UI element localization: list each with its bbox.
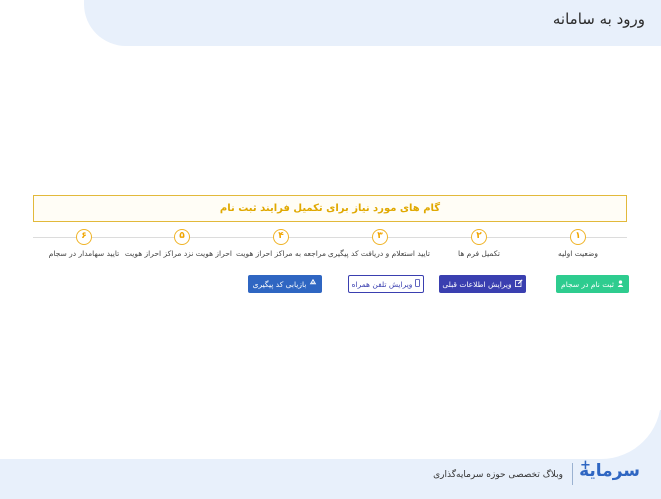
step-number: ۳ xyxy=(372,229,388,245)
register-button[interactable]: ثبت نام در سجام xyxy=(556,275,629,293)
steps-notice: گام های مورد نیاز برای تکمیل فرایند ثبت … xyxy=(33,195,627,222)
step-label: تایید استعلام و دریافت کد پیگیری xyxy=(327,249,430,258)
plus-icon: + xyxy=(580,458,591,473)
site-logo[interactable]: + سرمایه xyxy=(578,458,640,489)
recycle-icon xyxy=(309,278,317,289)
footer-tagline: وبلاگ تخصصی حوزه سرمایه‌گذاری xyxy=(433,470,563,480)
user-icon xyxy=(617,279,624,289)
step-label: احراز هویت نزد مراکز احراز هویت xyxy=(124,249,232,258)
edit-info-button-label: ویرایش اطلاعات قبلی xyxy=(442,279,512,289)
step-number: ۴ xyxy=(273,229,289,245)
register-button-label: ثبت نام در سجام xyxy=(561,279,614,289)
step-number: ۵ xyxy=(174,229,190,245)
edit-info-button[interactable]: ویرایش اطلاعات قبلی xyxy=(439,275,526,293)
page-title: ورود به سامانه xyxy=(552,10,645,28)
step-3: ۳ تایید استعلام و دریافت کد پیگیری xyxy=(327,229,430,258)
step-label: وضعیت اولیه xyxy=(558,249,598,258)
edit-icon xyxy=(514,279,523,289)
edit-phone-button-label: ویرایش تلفن همراه xyxy=(351,279,413,289)
step-number: ۶ xyxy=(76,229,92,245)
step-label: تکمیل فرم ها xyxy=(458,249,500,258)
mobile-icon xyxy=(415,279,421,289)
step-label: تایید سهامدار در سجام xyxy=(48,249,120,258)
header-band: ورود به سامانه xyxy=(0,0,661,46)
recover-code-button[interactable]: بازیابی کد پیگیری xyxy=(248,275,322,293)
step-5: ۵ احراز هویت نزد مراکز احراز هویت xyxy=(124,229,232,258)
edit-phone-button[interactable]: ویرایش تلفن همراه xyxy=(348,275,424,293)
step-2: ۲ تکمیل فرم ها xyxy=(429,229,529,258)
step-number: ۱ xyxy=(570,229,586,245)
step-label: مراجعه به مراکز احراز هویت xyxy=(236,249,326,258)
step-1: ۱ وضعیت اولیه xyxy=(528,229,628,258)
step-4: ۴ مراجعه به مراکز احراز هویت xyxy=(231,229,331,258)
step-6: ۶ تایید سهامدار در سجام xyxy=(34,229,134,258)
footer-divider xyxy=(572,463,573,485)
step-number: ۲ xyxy=(471,229,487,245)
recover-code-button-label: بازیابی کد پیگیری xyxy=(252,279,307,289)
